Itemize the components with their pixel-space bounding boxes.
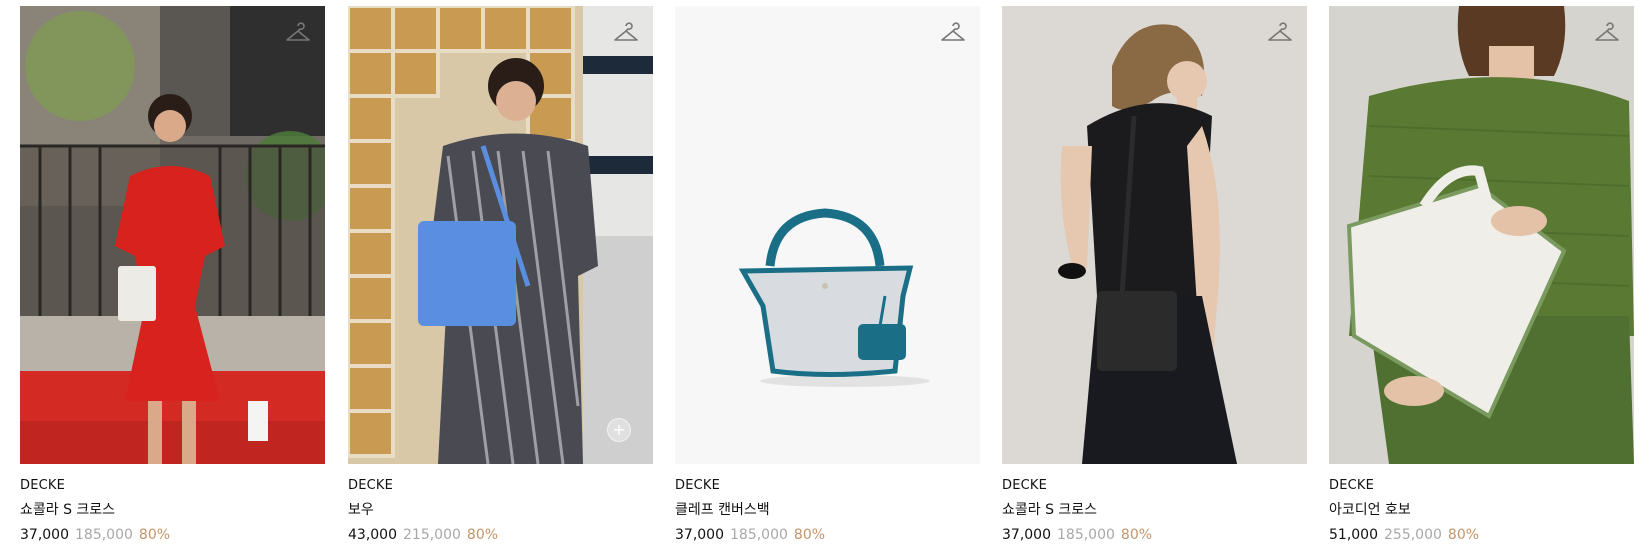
product-image[interactable] xyxy=(20,6,325,464)
product-name[interactable]: 쇼콜라 S 크로스 xyxy=(20,499,325,519)
product-prices: 37,000 185,000 80% xyxy=(20,527,325,543)
product-brand[interactable]: DECKE xyxy=(348,478,653,493)
product-card[interactable]: DECKE 쇼콜라 S 크로스 37,000 185,000 80% xyxy=(20,6,325,543)
product-name[interactable]: 쇼콜라 S 크로스 xyxy=(1002,499,1307,519)
hanger-icon[interactable] xyxy=(613,22,639,46)
product-card[interactable]: DECKE 아코디언 호보 51,000 255,000 80% xyxy=(1329,6,1634,543)
product-card[interactable]: DECKE 클레프 캔버스백 37,000 185,000 80% xyxy=(675,6,980,543)
original-price: 185,000 xyxy=(730,527,788,543)
product-name[interactable]: 보우 xyxy=(348,499,653,519)
hanger-icon[interactable] xyxy=(1267,22,1293,46)
product-image[interactable]: + xyxy=(348,6,653,464)
original-price: 255,000 xyxy=(1384,527,1442,543)
original-price: 215,000 xyxy=(403,527,461,543)
product-name[interactable]: 아코디언 호보 xyxy=(1329,499,1634,519)
original-price: 185,000 xyxy=(75,527,133,543)
product-image[interactable] xyxy=(1002,6,1307,464)
discount-rate: 80% xyxy=(466,527,499,543)
product-image[interactable] xyxy=(1329,6,1634,464)
plus-circle-icon[interactable]: + xyxy=(607,418,631,442)
hanger-icon[interactable] xyxy=(285,22,311,46)
product-prices: 37,000 185,000 80% xyxy=(675,527,980,543)
hanger-icon[interactable] xyxy=(1594,22,1620,46)
product-photo xyxy=(1329,6,1634,464)
product-brand[interactable]: DECKE xyxy=(1329,478,1634,493)
discount-rate: 80% xyxy=(138,527,171,543)
product-prices: 37,000 185,000 80% xyxy=(1002,527,1307,543)
product-card[interactable]: + DECKE 보우 43,000 215,000 80% xyxy=(348,6,653,543)
original-price: 185,000 xyxy=(1057,527,1115,543)
product-brand[interactable]: DECKE xyxy=(20,478,325,493)
product-brand[interactable]: DECKE xyxy=(1002,478,1307,493)
sale-price: 43,000 xyxy=(348,527,397,543)
sale-price: 37,000 xyxy=(1002,527,1051,543)
product-prices: 43,000 215,000 80% xyxy=(348,527,653,543)
product-photo xyxy=(1002,6,1307,464)
product-photo xyxy=(348,6,653,464)
sale-price: 37,000 xyxy=(20,527,69,543)
product-grid: DECKE 쇼콜라 S 크로스 37,000 185,000 80% + DEC… xyxy=(0,0,1641,554)
product-photo xyxy=(675,6,980,464)
product-name[interactable]: 클레프 캔버스백 xyxy=(675,499,980,519)
sale-price: 37,000 xyxy=(675,527,724,543)
product-image[interactable] xyxy=(675,6,980,464)
discount-rate: 80% xyxy=(793,527,826,543)
discount-rate: 80% xyxy=(1120,527,1153,543)
discount-rate: 80% xyxy=(1447,527,1480,543)
product-photo xyxy=(20,6,325,464)
sale-price: 51,000 xyxy=(1329,527,1378,543)
product-card[interactable]: DECKE 쇼콜라 S 크로스 37,000 185,000 80% xyxy=(1002,6,1307,543)
product-brand[interactable]: DECKE xyxy=(675,478,980,493)
product-prices: 51,000 255,000 80% xyxy=(1329,527,1634,543)
hanger-icon[interactable] xyxy=(940,22,966,46)
